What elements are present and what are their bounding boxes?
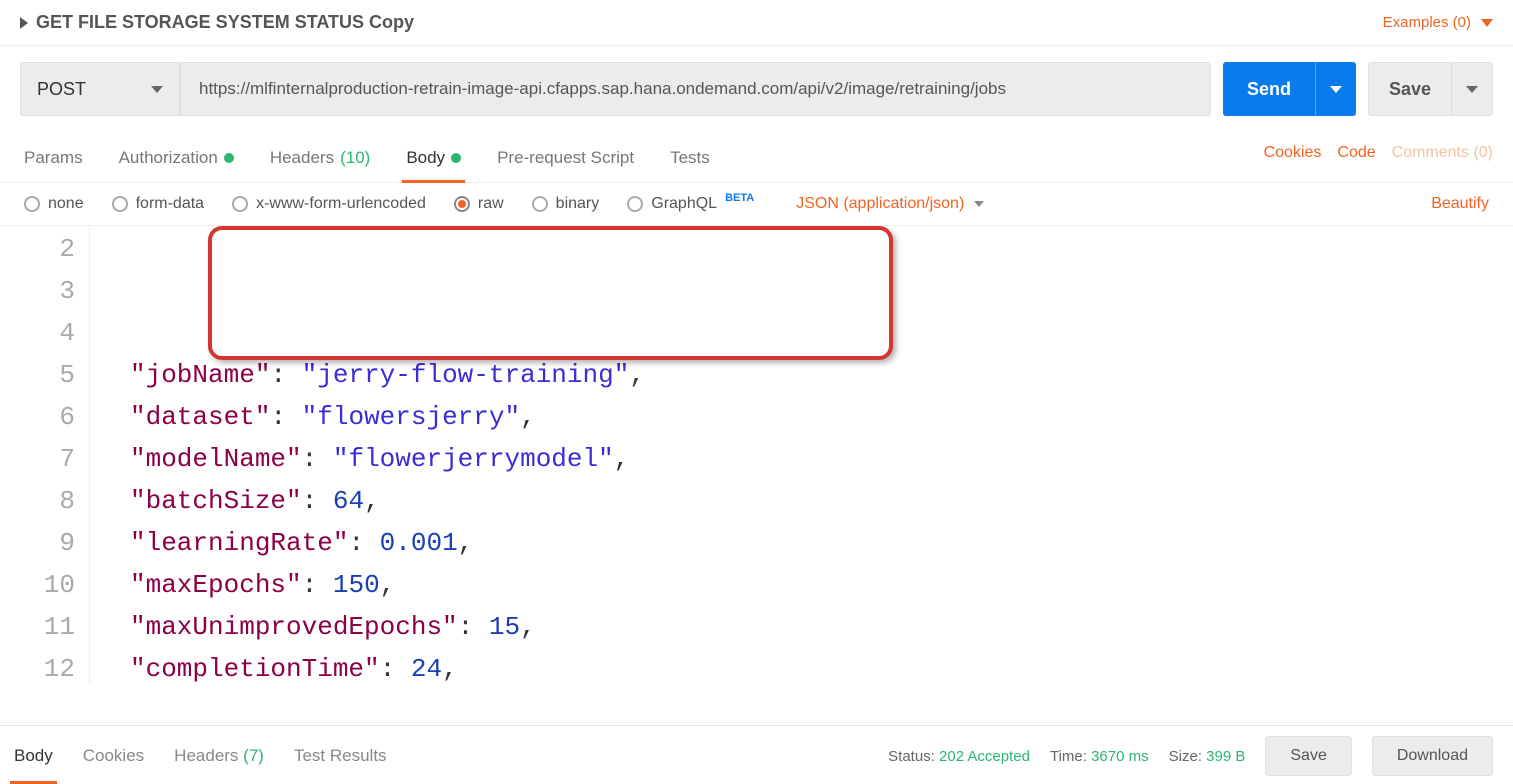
code-line[interactable]: "maxUnimprovedEpochs": 15,	[130, 606, 1513, 648]
save-dropdown[interactable]	[1451, 63, 1492, 115]
radio-icon	[24, 196, 40, 212]
code-line[interactable]: "modelName": "flowerjerrymodel",	[130, 438, 1513, 480]
code-line[interactable]: "completionTime": 24,	[130, 648, 1513, 684]
line-number-gutter: 23456789101112	[0, 226, 90, 684]
body-type-formdata[interactable]: form-data	[112, 195, 204, 213]
code-link[interactable]: Code	[1337, 144, 1375, 162]
line-number: 6	[0, 396, 75, 438]
body-type-none[interactable]: none	[24, 195, 84, 213]
expand-caret-icon[interactable]	[20, 17, 28, 29]
url-input[interactable]: https://mlfinternalproduction-retrain-im…	[180, 62, 1211, 116]
caret-down-icon	[1481, 19, 1493, 27]
request-title: GET FILE STORAGE SYSTEM STATUS Copy	[36, 12, 414, 33]
code-editor[interactable]: 23456789101112 "jobName": "jerry-flow-tr…	[0, 226, 1513, 684]
line-number: 8	[0, 480, 75, 522]
line-number: 5	[0, 354, 75, 396]
code-line[interactable]: "batchSize": 64,	[130, 480, 1513, 522]
response-tab-test-results[interactable]: Test Results	[290, 738, 391, 774]
tab-prerequest-script[interactable]: Pre-request Script	[493, 138, 638, 182]
caret-down-icon	[1330, 86, 1342, 93]
line-number: 11	[0, 606, 75, 648]
caret-down-icon	[151, 86, 163, 93]
caret-down-icon	[1466, 86, 1478, 93]
content-type-select[interactable]: JSON (application/json)	[796, 195, 984, 213]
tab-params[interactable]: Params	[20, 138, 87, 182]
caret-down-icon	[974, 201, 984, 207]
body-type-urlencoded[interactable]: x-www-form-urlencoded	[232, 195, 426, 213]
radio-icon	[112, 196, 128, 212]
examples-dropdown[interactable]: Examples (0)	[1383, 14, 1493, 31]
url-value: https://mlfinternalproduction-retrain-im…	[199, 79, 1006, 99]
size-info: Size: 399 B	[1169, 748, 1246, 765]
response-download-button[interactable]: Download	[1372, 736, 1493, 776]
comments-link[interactable]: Comments (0)	[1392, 144, 1493, 162]
body-type-raw[interactable]: raw	[454, 195, 504, 213]
code-line[interactable]: "dataset": "flowersjerry",	[130, 396, 1513, 438]
modified-dot-icon	[451, 153, 461, 163]
examples-label: Examples (0)	[1383, 14, 1471, 31]
response-tab-headers[interactable]: Headers (7)	[170, 738, 268, 774]
body-type-graphql[interactable]: GraphQLBETA	[627, 195, 754, 213]
response-save-button[interactable]: Save	[1265, 736, 1351, 776]
response-tab-body[interactable]: Body	[10, 738, 57, 774]
code-line[interactable]: "jobName": "jerry-flow-training",	[130, 354, 1513, 396]
modified-dot-icon	[224, 153, 234, 163]
annotation-highlight-box	[208, 226, 893, 360]
save-button[interactable]: Save	[1368, 62, 1493, 116]
radio-icon	[232, 196, 248, 212]
tab-headers[interactable]: Headers (10)	[266, 138, 375, 182]
time-info: Time: 3670 ms	[1050, 748, 1149, 765]
cookies-link[interactable]: Cookies	[1264, 144, 1322, 162]
line-number: 3	[0, 270, 75, 312]
line-number: 7	[0, 438, 75, 480]
tab-body[interactable]: Body	[402, 138, 465, 182]
radio-checked-icon	[454, 196, 470, 212]
line-number: 12	[0, 648, 75, 684]
beautify-link[interactable]: Beautify	[1431, 195, 1489, 213]
tab-authorization[interactable]: Authorization	[115, 138, 238, 182]
line-number: 2	[0, 228, 75, 270]
response-tab-cookies[interactable]: Cookies	[79, 738, 148, 774]
status-info: Status: 202 Accepted	[888, 748, 1030, 765]
method-select[interactable]: POST	[20, 62, 180, 116]
send-button[interactable]: Send	[1223, 62, 1356, 116]
line-number: 10	[0, 564, 75, 606]
send-dropdown[interactable]	[1315, 62, 1356, 116]
body-type-binary[interactable]: binary	[532, 195, 600, 213]
method-value: POST	[37, 79, 86, 100]
code-line[interactable]: "learningRate": 0.001,	[130, 522, 1513, 564]
tab-tests[interactable]: Tests	[666, 138, 714, 182]
code-line[interactable]: "maxEpochs": 150,	[130, 564, 1513, 606]
radio-icon	[532, 196, 548, 212]
radio-icon	[627, 196, 643, 212]
line-number: 4	[0, 312, 75, 354]
line-number: 9	[0, 522, 75, 564]
